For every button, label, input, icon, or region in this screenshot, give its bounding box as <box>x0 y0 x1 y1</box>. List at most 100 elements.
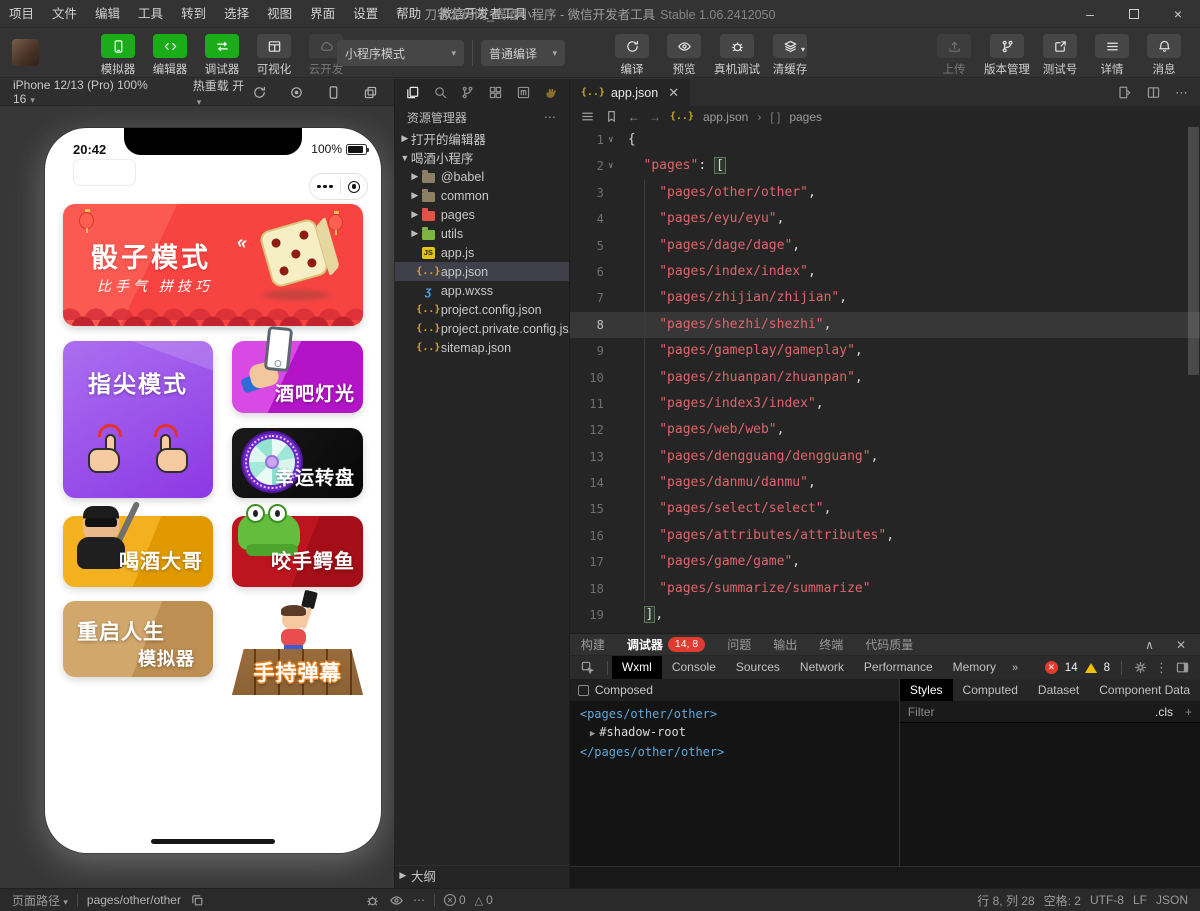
open-editors-section[interactable]: ▶打开的编辑器 <box>395 129 569 148</box>
status-segment-4[interactable]: JSON <box>1156 893 1188 907</box>
close-button[interactable]: × <box>1156 0 1200 28</box>
biting-crocodile-tile[interactable]: 咬手鳄鱼 <box>232 516 363 587</box>
open-changes-icon[interactable] <box>1117 85 1132 101</box>
code-line-12[interactable]: 12"pages/web/web", <box>570 417 1200 443</box>
wxml-shadow-root[interactable]: ▶#shadow-root <box>580 723 899 743</box>
debugger-button[interactable]: 调试器 <box>200 34 244 77</box>
bug-icon[interactable] <box>365 893 380 908</box>
devtools-tab-console[interactable]: Console <box>662 656 726 679</box>
page-path-selector[interactable]: 页面路径 ▾ <box>12 892 68 909</box>
outline-section[interactable]: ▶ 大纲 <box>395 865 569 885</box>
panel-tab-调试器[interactable]: 调试器14, 8 <box>616 636 716 653</box>
forward-icon[interactable]: → <box>649 110 661 124</box>
panel-tab-问题[interactable]: 问题 <box>716 636 762 653</box>
fold-chevron-icon[interactable]: ∨ <box>604 153 618 179</box>
status-segment-2[interactable]: UTF-8 <box>1090 893 1124 907</box>
wxml-close-tag[interactable]: </pages/other/other> <box>580 743 899 761</box>
split-editor-icon[interactable] <box>1146 85 1161 101</box>
dock-side-icon[interactable] <box>1175 660 1190 675</box>
kebab-menu-icon[interactable]: ⋮ <box>1155 660 1168 676</box>
code-line-19[interactable]: 19], <box>570 602 1200 628</box>
styles-tab-computed[interactable]: Computed <box>953 679 1028 701</box>
close-panel-icon[interactable]: ✕ <box>1176 638 1186 652</box>
code-line-16[interactable]: 16"pages/attributes/attributes", <box>570 523 1200 549</box>
code-line-11[interactable]: 11"pages/index3/index", <box>570 391 1200 417</box>
inspect-element-icon[interactable] <box>580 660 595 675</box>
hot-reload-toggle[interactable]: 热重载 开▾ <box>193 77 252 108</box>
menu-item-4[interactable]: 转到 <box>172 7 215 21</box>
code-line-15[interactable]: 15"pages/select/select", <box>570 496 1200 522</box>
restart-icon[interactable] <box>252 85 267 100</box>
extensions-icon[interactable] <box>488 85 503 100</box>
tree-item-app.json[interactable]: {..}app.json <box>395 262 569 281</box>
devtools-tab-memory[interactable]: Memory <box>943 656 1006 679</box>
status-segment-0[interactable]: 行 8, 列 28 <box>977 892 1034 909</box>
editor-scrollbar[interactable] <box>1188 127 1199 375</box>
code-line-5[interactable]: 5"pages/dage/dage", <box>570 233 1200 259</box>
handheld-danmu-tile[interactable]: 手持弹幕 <box>232 593 363 695</box>
menu-item-8[interactable]: 设置 <box>344 7 387 21</box>
devtools-tab-wxml[interactable]: Wxml <box>612 656 662 679</box>
code-line-14[interactable]: 14"pages/danmu/danmu", <box>570 470 1200 496</box>
preview-button[interactable]: 预览 <box>662 34 706 77</box>
menu-item-9[interactable]: 帮助 <box>387 7 430 21</box>
cls-toggle[interactable]: .cls <box>1155 705 1173 719</box>
breadcrumb-file[interactable]: app.json <box>703 110 748 124</box>
hand-icon[interactable] <box>544 85 559 100</box>
compile-button[interactable]: 编译 <box>610 34 654 77</box>
code-line-4[interactable]: 4"pages/eyu/eyu", <box>570 206 1200 232</box>
code-line-6[interactable]: 6"pages/index/index", <box>570 259 1200 285</box>
composed-checkbox[interactable] <box>578 685 589 696</box>
upload-button[interactable]: 上传 <box>932 34 976 77</box>
dice-mode-banner[interactable]: 骰子模式 比手气 拼技巧 « <box>63 204 363 326</box>
clear-cache-button[interactable]: ▾清缓存 <box>768 34 812 77</box>
breadcrumb-node[interactable]: pages <box>789 110 822 124</box>
code-line-9[interactable]: 9"pages/gameplay/gameplay", <box>570 338 1200 364</box>
compile-mode-dropdown[interactable]: 普通编译▾ <box>481 40 565 66</box>
code-line-17[interactable]: 17"pages/game/game", <box>570 549 1200 575</box>
error-badge-icon[interactable]: ✕ <box>1045 661 1058 674</box>
test-account-button[interactable]: 测试号 <box>1038 34 1082 77</box>
collapse-panel-icon[interactable]: ∧ <box>1145 638 1154 652</box>
styles-tab-component-data[interactable]: Component Data <box>1089 679 1200 701</box>
ellipsis-icon[interactable]: ⋯ <box>413 893 425 907</box>
record-icon[interactable] <box>289 85 304 100</box>
code-editor[interactable]: 1∨{2∨"pages": [3"pages/other/other",4"pa… <box>570 127 1200 633</box>
version-manage-button[interactable]: 版本管理 <box>984 34 1030 77</box>
menu-item-1[interactable]: 文件 <box>43 7 86 21</box>
devtools-tab-network[interactable]: Network <box>790 656 854 679</box>
code-line-18[interactable]: 18"pages/summarize/summarize" <box>570 576 1200 602</box>
warning-badge-icon[interactable] <box>1085 663 1097 673</box>
warning-counter[interactable]: △0 <box>475 893 493 907</box>
source-control-icon[interactable] <box>460 85 475 100</box>
eye-icon[interactable] <box>389 893 404 908</box>
editor-button[interactable]: 编辑器 <box>148 34 192 77</box>
devtools-tab-sources[interactable]: Sources <box>726 656 790 679</box>
tree-item-app.wxss[interactable]: ʒapp.wxss <box>395 281 569 300</box>
code-line-13[interactable]: 13"pages/dengguang/dengguang", <box>570 444 1200 470</box>
device-selector[interactable]: iPhone 12/13 (Pro) 100% 16▾ <box>13 78 171 106</box>
tree-item-pages[interactable]: ▶pages <box>395 205 569 224</box>
bookmark-icon[interactable] <box>604 109 619 124</box>
add-style-icon[interactable]: + <box>1185 705 1192 719</box>
maximize-button[interactable] <box>1112 0 1156 28</box>
code-line-3[interactable]: 3"pages/other/other", <box>570 180 1200 206</box>
panel-tab-输出[interactable]: 输出 <box>762 636 808 653</box>
styles-tab-styles[interactable]: Styles <box>900 679 953 701</box>
panel-tab-终端[interactable]: 终端 <box>808 636 854 653</box>
panel-tab-代码质量[interactable]: 代码质量 <box>854 636 924 653</box>
tree-item-project.private.config.js...[interactable]: {..}project.private.config.js... <box>395 319 569 338</box>
code-line-1[interactable]: 1∨{ <box>570 127 1200 153</box>
device-frame-icon[interactable] <box>326 85 341 100</box>
tree-item-common[interactable]: ▶common <box>395 186 569 205</box>
capsule-menu[interactable] <box>309 173 368 200</box>
code-line-10[interactable]: 10"pages/zhuanpan/zhuanpan", <box>570 365 1200 391</box>
simulator-button[interactable]: 模拟器 <box>96 34 140 77</box>
code-line-2[interactable]: 2∨"pages": [ <box>570 153 1200 179</box>
applet-icon[interactable] <box>516 85 531 100</box>
visualize-button[interactable]: 可视化 <box>252 34 296 77</box>
status-segment-3[interactable]: LF <box>1133 893 1147 907</box>
close-tab-icon[interactable]: ✕ <box>668 85 679 101</box>
tab-app-json[interactable]: {..} app.json ✕ <box>570 79 690 106</box>
project-root[interactable]: ▼喝酒小程序 <box>395 148 569 167</box>
